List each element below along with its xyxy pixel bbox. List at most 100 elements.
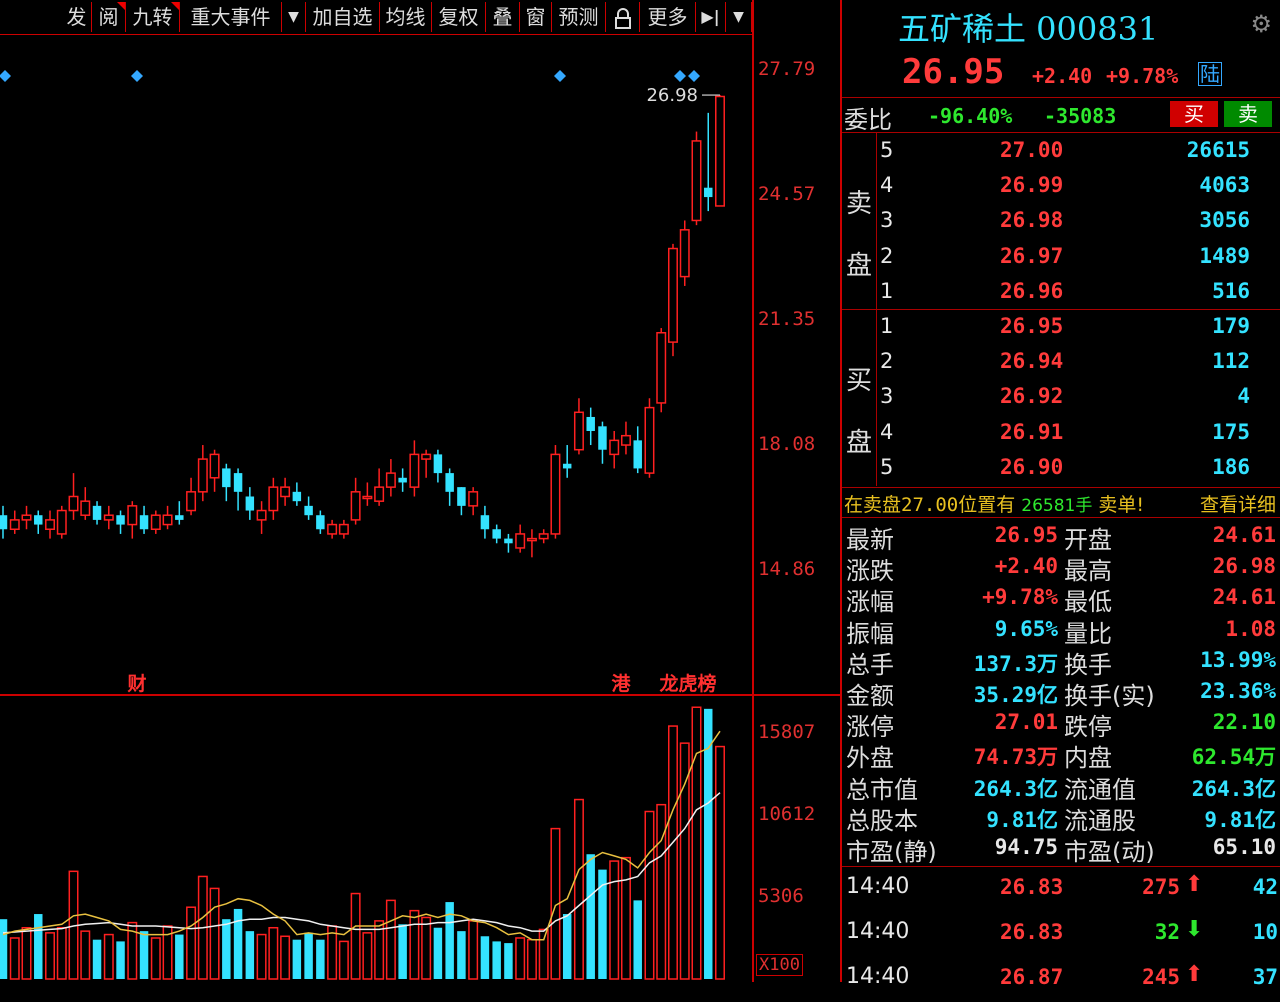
candle xyxy=(92,501,102,525)
tick-volume: 32 xyxy=(1154,920,1180,944)
notice-mid: 位置有 xyxy=(958,494,1016,516)
view-details-link[interactable]: 查看详细 xyxy=(1200,490,1276,517)
volume-bar xyxy=(304,932,313,979)
candle-body xyxy=(515,533,526,549)
candle xyxy=(550,445,561,539)
level-price: 26.95 xyxy=(1000,314,1064,338)
event-marker[interactable]: 财 xyxy=(127,672,146,695)
sell-row-2[interactable]: 2 26.97 1489 xyxy=(842,240,1280,275)
weibi-diff: -35083 xyxy=(1044,104,1117,128)
candle xyxy=(150,510,161,534)
signal-diamond-icon[interactable] xyxy=(674,70,686,82)
level-number: 4 xyxy=(880,419,894,444)
candle xyxy=(586,407,595,446)
candle-body xyxy=(644,406,655,474)
candle-body xyxy=(268,486,279,512)
signal-diamond-icon[interactable] xyxy=(0,70,11,82)
candle xyxy=(45,510,55,539)
stat-key: 最高 xyxy=(1064,557,1112,586)
volume-bar xyxy=(103,933,114,980)
price-axis-label: 24.57 xyxy=(758,183,816,205)
sell-row-3[interactable]: 3 26.98 3056 xyxy=(842,204,1280,239)
gear-icon[interactable]: ⚙ xyxy=(1250,10,1272,38)
buy-row-2[interactable]: 2 26.94 112 xyxy=(842,345,1280,380)
volume-bar xyxy=(433,927,443,979)
candle-body xyxy=(150,514,161,531)
candle xyxy=(715,95,725,207)
stat-value: 264.3亿 xyxy=(973,776,1058,801)
candle-body xyxy=(704,187,713,198)
candle-body xyxy=(573,411,584,451)
tick-price: 26.87 xyxy=(1000,965,1064,989)
candle xyxy=(656,328,667,413)
stat-value: 24.61 xyxy=(1212,585,1276,610)
level-price: 26.94 xyxy=(1000,349,1064,374)
tick-time: 14:40 xyxy=(846,874,910,899)
arrow-down-icon: ⬇ xyxy=(1185,917,1204,942)
buy-button[interactable]: 买 xyxy=(1170,101,1218,127)
stat-key: 涨幅 xyxy=(846,588,894,617)
signal-diamond-icon[interactable] xyxy=(131,70,143,82)
level-price: 26.91 xyxy=(1000,419,1064,444)
stat-value: 74.73万 xyxy=(973,745,1058,770)
volume-bar xyxy=(21,926,32,980)
candle-body xyxy=(433,454,443,474)
volume-bar xyxy=(245,931,255,979)
sell-button[interactable]: 卖 xyxy=(1224,101,1272,127)
divider xyxy=(842,487,1280,488)
volume-bar xyxy=(526,938,537,980)
tick-volume: 275 xyxy=(1142,875,1180,899)
tick-price: 26.83 xyxy=(1000,920,1064,944)
sell-row-5[interactable]: 5 27.00 26615 xyxy=(842,134,1280,169)
candle-body xyxy=(92,505,102,520)
signal-diamond-icon[interactable] xyxy=(688,70,700,82)
level-volume: 112 xyxy=(1212,349,1250,374)
tick-volume: 245 xyxy=(1142,965,1180,989)
buy-row-3[interactable]: 3 26.92 4 xyxy=(842,380,1280,415)
signal-diamond-icon[interactable] xyxy=(554,70,566,82)
arrow-up-icon: ⬆ xyxy=(1185,962,1204,987)
stat-value: 94.75 xyxy=(994,835,1058,859)
stats-row: 最新 26.95 开盘 24.61 xyxy=(842,520,1280,554)
stat-key: 最低 xyxy=(1064,588,1112,617)
stat-value: 27.01 xyxy=(994,710,1058,735)
level-number: 5 xyxy=(880,454,894,479)
candle-body xyxy=(256,509,267,521)
stat-key: 外盘 xyxy=(846,744,894,773)
volume-bar xyxy=(222,919,231,979)
volume-bar xyxy=(504,943,513,979)
level-number: 5 xyxy=(880,138,894,162)
candle xyxy=(233,468,243,511)
volume-bar xyxy=(362,932,373,980)
kline-chart[interactable]: 26.98 财 港 龙虎榜 xyxy=(0,0,752,982)
candle-body xyxy=(80,500,91,516)
candle xyxy=(562,445,572,478)
volume-bar xyxy=(280,935,291,980)
volume-bar xyxy=(209,887,220,980)
candle-body xyxy=(480,515,490,530)
buy-row-5[interactable]: 5 26.90 186 xyxy=(842,451,1280,486)
sell-row-4[interactable]: 4 26.99 4063 xyxy=(842,169,1280,204)
volume-bar xyxy=(586,854,595,979)
volume-bar xyxy=(457,931,466,979)
volume-bar xyxy=(139,931,149,979)
candle-body xyxy=(186,491,197,512)
event-marker[interactable]: 龙虎榜 xyxy=(659,672,716,695)
stock-title: 五矿稀土 000831 xyxy=(898,10,1159,48)
large-order-notice[interactable]: 在卖盘27.00位置有 26581手 卖单! xyxy=(844,490,1144,517)
sell-row-1[interactable]: 1 26.96 516 xyxy=(842,275,1280,310)
event-marker[interactable]: 港 xyxy=(611,673,631,695)
volume-bar xyxy=(233,908,243,979)
candle xyxy=(116,510,125,534)
tick-count: 37 xyxy=(1252,965,1278,989)
volume-bar xyxy=(620,856,631,980)
candle-body xyxy=(679,229,690,278)
stat-value: 9.81亿 xyxy=(986,807,1058,832)
candle-body xyxy=(374,486,385,502)
volume-bar xyxy=(350,892,361,980)
stats-row: 涨停 27.01 跌停 22.10 xyxy=(842,707,1280,741)
volume-bar xyxy=(633,900,642,979)
buy-row-1[interactable]: 1 26.95 179 xyxy=(842,310,1280,345)
candle-body xyxy=(116,515,125,525)
buy-row-4[interactable]: 4 26.91 175 xyxy=(842,416,1280,451)
